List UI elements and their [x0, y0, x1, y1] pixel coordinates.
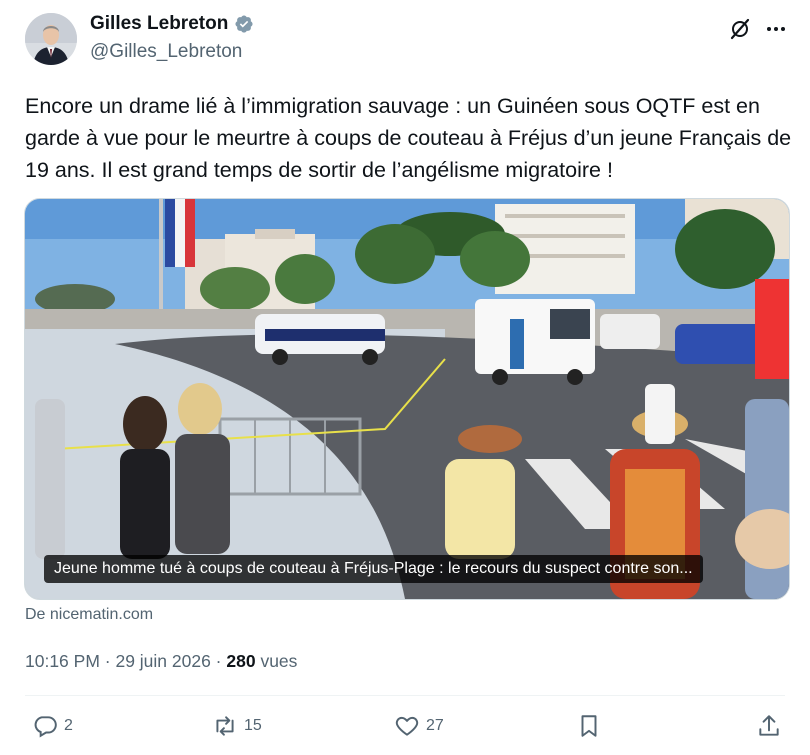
repost-icon	[216, 716, 234, 736]
link-source[interactable]: De nicematin.com	[25, 606, 153, 624]
tweet-timestamp[interactable]: 10:16 PM · 29 juin 2026 ·	[25, 651, 226, 671]
heart-icon	[395, 716, 419, 736]
reply-icon	[34, 716, 57, 738]
avatar[interactable]	[25, 13, 77, 65]
verified-badge-icon	[235, 15, 253, 33]
more-options-icon[interactable]	[764, 17, 788, 41]
repost-button[interactable]: 15	[212, 713, 262, 739]
tweet-text: Encore un drame lié à l’immigration sauv…	[25, 94, 792, 182]
avatar-photo	[25, 13, 77, 65]
reply-button[interactable]: 2	[32, 713, 73, 739]
like-button[interactable]: 27	[394, 713, 444, 739]
grok-icon[interactable]	[728, 17, 752, 41]
repost-count: 15	[244, 717, 262, 734]
media-caption[interactable]: Jeune homme tué à coups de couteau à Fré…	[44, 555, 703, 583]
share-button[interactable]	[756, 713, 782, 739]
views-count: 280	[226, 651, 256, 671]
divider	[25, 695, 785, 696]
author-handle[interactable]: @Gilles_Lebreton	[90, 41, 242, 63]
bookmark-button[interactable]	[576, 713, 602, 739]
news-photo	[25, 199, 789, 599]
like-count: 27	[426, 717, 444, 734]
tweet-meta: 10:16 PM · 29 juin 2026 · 280 vues	[25, 651, 297, 672]
reply-count: 2	[64, 717, 73, 734]
tweet-media[interactable]	[24, 198, 790, 600]
bookmark-icon	[581, 715, 597, 737]
author-name[interactable]: Gilles Lebreton	[90, 13, 228, 35]
share-icon	[759, 715, 779, 736]
views-label: vues	[255, 651, 298, 671]
